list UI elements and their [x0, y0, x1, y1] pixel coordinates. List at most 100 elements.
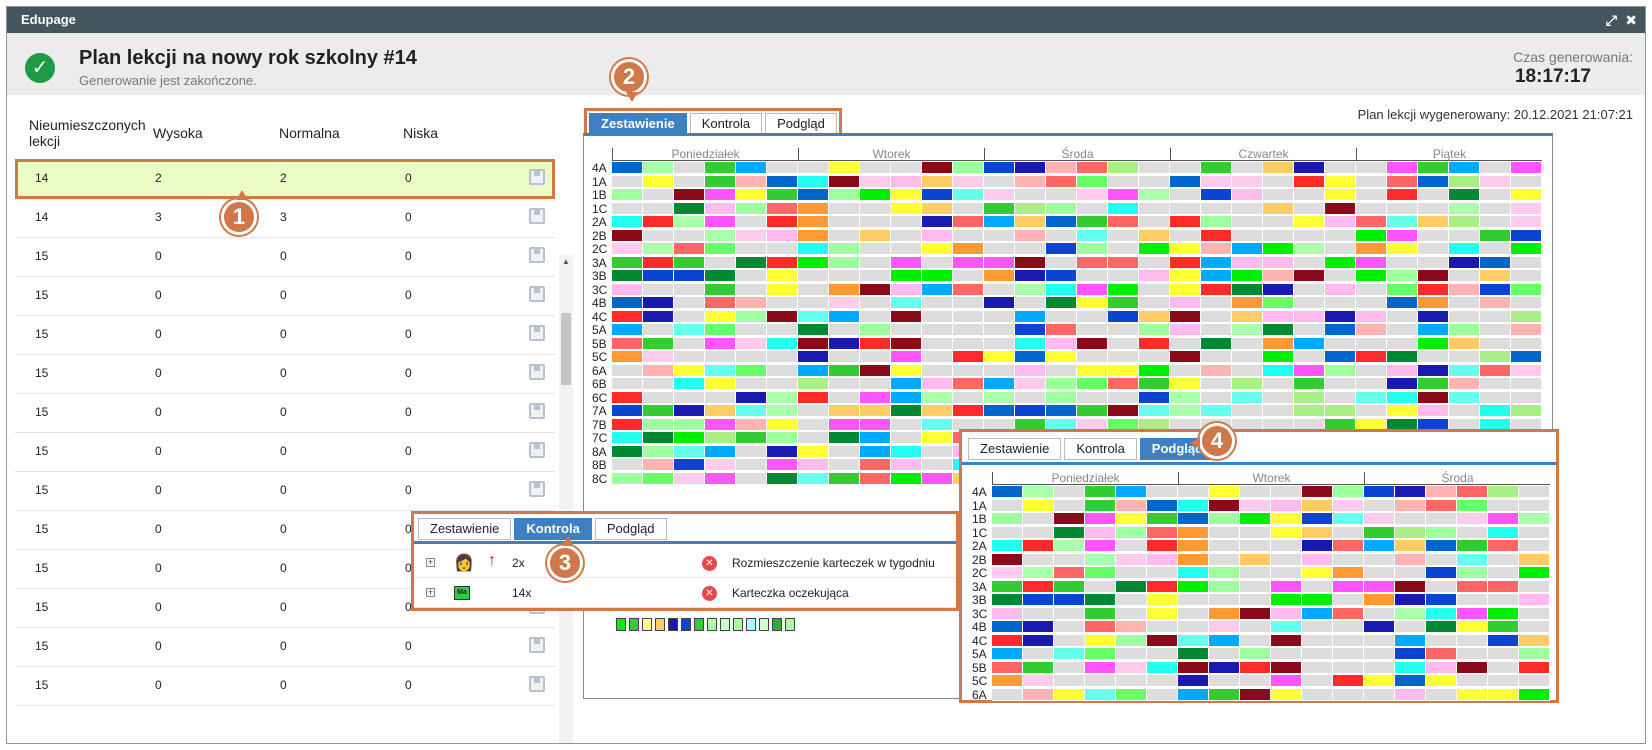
lesson-cell[interactable] [1426, 634, 1457, 647]
lesson-cell[interactable] [1356, 405, 1387, 417]
lesson-cell[interactable] [1364, 580, 1395, 593]
lesson-cell[interactable] [860, 324, 891, 336]
lesson-cell[interactable] [1170, 283, 1201, 296]
lesson-cell[interactable] [1333, 486, 1364, 498]
lesson-cell[interactable] [1488, 580, 1519, 593]
lesson-cell[interactable] [891, 283, 922, 296]
lesson-cell[interactable] [1023, 594, 1054, 606]
lesson-cell[interactable] [643, 432, 674, 444]
lesson-cell[interactable] [1294, 216, 1325, 228]
lesson-cell[interactable] [674, 391, 705, 404]
lesson-cell[interactable] [1387, 189, 1418, 201]
lesson-cell[interactable] [705, 459, 736, 471]
lesson-cell[interactable] [1077, 256, 1108, 269]
lesson-cell[interactable] [643, 243, 674, 255]
lesson-cell[interactable] [1294, 324, 1325, 336]
lesson-cell[interactable] [829, 216, 860, 228]
lesson-cell[interactable] [860, 391, 891, 404]
lesson-cell[interactable] [1077, 270, 1108, 282]
lesson-cell[interactable] [1263, 378, 1294, 390]
lesson-cell[interactable] [1170, 391, 1201, 404]
lesson-cell[interactable] [1015, 391, 1046, 404]
lesson-cell[interactable] [1178, 526, 1209, 539]
lesson-cell[interactable] [1519, 540, 1550, 552]
lesson-cell[interactable] [1116, 540, 1147, 552]
lesson-cell[interactable] [891, 324, 922, 336]
lesson-cell[interactable] [992, 594, 1023, 606]
lesson-cell[interactable] [922, 202, 953, 215]
lesson-cell[interactable] [829, 432, 860, 444]
lesson-cell[interactable] [1364, 526, 1395, 539]
lesson-cell[interactable] [1395, 661, 1426, 674]
lesson-cell[interactable] [1108, 162, 1139, 174]
lesson-cell[interactable] [984, 243, 1015, 255]
lesson-cell[interactable] [1449, 270, 1480, 282]
lesson-cell[interactable] [984, 189, 1015, 201]
lesson-cell[interactable] [736, 324, 767, 336]
lesson-cell[interactable] [1054, 594, 1085, 606]
table-row[interactable]: 15 0 0 0 [15, 432, 555, 472]
lesson-cell[interactable] [829, 378, 860, 390]
lesson-cell[interactable] [891, 337, 922, 350]
lesson-cell[interactable] [1271, 675, 1302, 687]
lesson-cell[interactable] [1387, 324, 1418, 336]
lesson-cell[interactable] [1426, 540, 1457, 552]
lesson-cell[interactable] [736, 351, 767, 363]
lesson-cell[interactable] [922, 418, 953, 431]
lesson-cell[interactable] [1294, 270, 1325, 282]
kontrola-tab-kontrola[interactable]: Kontrola [514, 518, 592, 540]
lesson-cell[interactable] [1054, 580, 1085, 593]
lesson-cell[interactable] [953, 189, 984, 201]
lesson-cell[interactable] [612, 391, 643, 404]
lesson-cell[interactable] [612, 283, 643, 296]
lesson-cell[interactable] [829, 351, 860, 363]
lesson-cell[interactable] [1333, 499, 1364, 512]
lesson-cell[interactable] [1325, 229, 1356, 242]
lesson-cell[interactable] [1519, 580, 1550, 593]
lesson-cell[interactable] [953, 283, 984, 296]
lesson-cell[interactable] [1232, 229, 1263, 242]
maximize-icon[interactable]: ⤢ [1606, 7, 1617, 33]
lesson-cell[interactable] [1240, 661, 1271, 674]
lesson-cell[interactable] [767, 432, 798, 444]
lesson-cell[interactable] [1108, 216, 1139, 228]
lesson-cell[interactable] [1488, 675, 1519, 687]
lesson-cell[interactable] [1457, 621, 1488, 633]
expand-icon[interactable]: + [426, 588, 435, 597]
lesson-cell[interactable] [1201, 283, 1232, 296]
lesson-cell[interactable] [1449, 405, 1480, 417]
lesson-cell[interactable] [1364, 675, 1395, 687]
lesson-cell[interactable] [1209, 526, 1240, 539]
lesson-cell[interactable] [1046, 378, 1077, 390]
lesson-cell[interactable] [736, 216, 767, 228]
lesson-cell[interactable] [1426, 553, 1457, 566]
lesson-cell[interactable] [1077, 243, 1108, 255]
lesson-cell[interactable] [705, 445, 736, 458]
lesson-cell[interactable] [1480, 229, 1511, 242]
lesson-cell[interactable] [1201, 175, 1232, 188]
lesson-cell[interactable] [736, 189, 767, 201]
lesson-cell[interactable] [1178, 648, 1209, 660]
lesson-cell[interactable] [674, 364, 705, 377]
lesson-cell[interactable] [1511, 162, 1542, 174]
lesson-cell[interactable] [1201, 202, 1232, 215]
lesson-cell[interactable] [829, 418, 860, 431]
lesson-cell[interactable] [1364, 634, 1395, 647]
lesson-cell[interactable] [705, 337, 736, 350]
lesson-cell[interactable] [736, 337, 767, 350]
lesson-cell[interactable] [1147, 553, 1178, 566]
lesson-cell[interactable] [1015, 405, 1046, 417]
lesson-cell[interactable] [1201, 405, 1232, 417]
lesson-cell[interactable] [1511, 364, 1542, 377]
lesson-cell[interactable] [1511, 270, 1542, 282]
lesson-cell[interactable] [1201, 216, 1232, 228]
lesson-cell[interactable] [1395, 513, 1426, 525]
lesson-cell[interactable] [860, 175, 891, 188]
lesson-cell[interactable] [1480, 243, 1511, 255]
lesson-cell[interactable] [1294, 189, 1325, 201]
lesson-cell[interactable] [922, 297, 953, 309]
lesson-cell[interactable] [1511, 216, 1542, 228]
expand-icon[interactable]: + [426, 558, 435, 567]
lesson-cell[interactable] [1418, 243, 1449, 255]
lesson-cell[interactable] [1488, 567, 1519, 579]
